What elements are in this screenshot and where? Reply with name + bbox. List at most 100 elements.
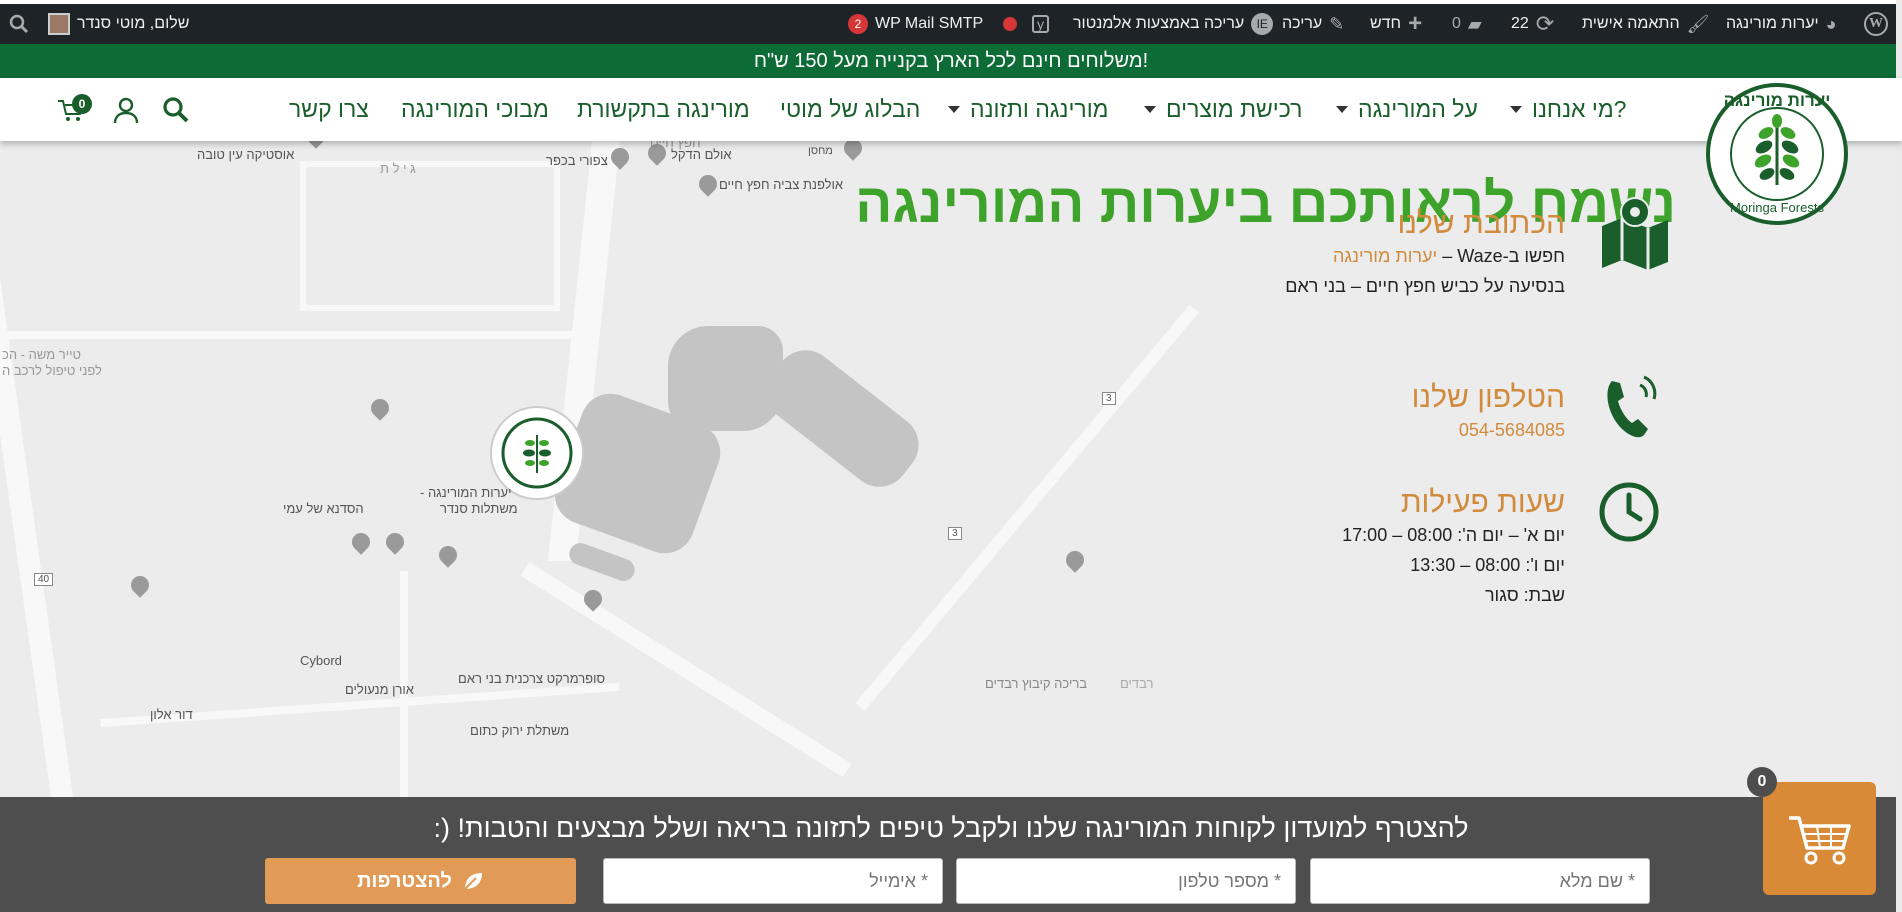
map-pin-icon[interactable] [840, 141, 866, 161]
nav-label: מורינגה ותזונה [970, 96, 1109, 122]
floating-cart-button[interactable] [1763, 782, 1876, 895]
nav-item-moringa-mazes[interactable]: מבוכי המורינגה [401, 78, 549, 141]
nav-label: מורינגה בתקשורת [577, 96, 750, 122]
map-pin-icon[interactable] [1062, 547, 1088, 573]
hours-block: שעות פעילות יום א' – יום ה': 08:00 – 17:… [1250, 486, 1565, 610]
search-icon [163, 96, 189, 122]
join-label: להצטרפות [357, 869, 452, 892]
nav-label: צרו קשר [289, 96, 369, 122]
cart-icon [1788, 815, 1851, 864]
map-road [300, 161, 560, 311]
map-road [0, 141, 80, 797]
cart-count-badge: 0 [72, 94, 92, 114]
phone-icon [1602, 371, 1662, 446]
map-field [668, 326, 783, 431]
floating-cart-count: 0 [1747, 767, 1777, 797]
site-name: יערות מורינגה [1726, 15, 1819, 32]
nav-label: הבלוג של מוטי [780, 96, 921, 122]
map-label: צפורי בכפר [546, 153, 608, 168]
admin-updates[interactable]: 22 ⟳ [1511, 4, 1554, 44]
customize-label: התאמה אישית [1582, 15, 1680, 32]
cart-button[interactable]: 0 [56, 78, 92, 141]
hours-line: יום ו': 08:00 – 13:30 [1410, 555, 1565, 575]
admin-edit[interactable]: עריכה ✎ [1282, 4, 1344, 44]
header-search-button[interactable] [162, 78, 190, 141]
new-label: חדש [1370, 15, 1402, 32]
wp-mail-smtp-label: WP Mail SMTP [875, 15, 984, 32]
map-pin-icon[interactable] [695, 171, 721, 197]
map-label: ג י ל ת [380, 161, 416, 176]
admin-account[interactable]: שלום, מוטי סנדר [48, 4, 189, 44]
admin-new[interactable]: חדש + [1370, 4, 1422, 44]
admin-wp-logo[interactable]: W [1864, 4, 1888, 44]
address-title: הכתובת שלנו [1397, 207, 1565, 240]
nav-item-media[interactable]: מורינגה בתקשורת [577, 78, 750, 141]
status-dot-icon [1003, 17, 1017, 31]
map-label: בריכה קיבוץ רבדים [985, 676, 1088, 691]
elementor-icon: IE [1251, 13, 1274, 35]
waze-prefix: חפשו ב-Waze – [1442, 246, 1565, 266]
greeting-text: שלום, מוטי סנדר [77, 15, 190, 32]
map-pin-icon[interactable] [127, 572, 153, 598]
wordpress-icon: W [1864, 12, 1888, 36]
admin-site-name[interactable]: יערות מורינגה ◕ [1726, 4, 1837, 44]
avatar [48, 13, 70, 35]
nav-item-contact[interactable]: צרו קשר [289, 78, 369, 141]
map-pin-icon[interactable] [435, 542, 461, 568]
map-pin-icon[interactable] [303, 141, 329, 149]
map-road [855, 304, 1199, 711]
phone-block: הטלפון שלנו 054-5684085 [1300, 381, 1565, 445]
map-label: סופרמרקט צרכנית בני ראם [458, 671, 606, 686]
nav-label: מי אנחנו? [1532, 96, 1627, 122]
admin-seo[interactable]: y [1032, 4, 1049, 44]
admin-search[interactable] [8, 4, 30, 44]
account-button[interactable] [112, 78, 140, 141]
address-block: הכתובת שלנו חפשו ב-Waze – יערות מורינגה … [1150, 207, 1565, 301]
admin-elementor[interactable]: עריכה באמצעות אלמנטור IE [1073, 4, 1274, 44]
full-name-field[interactable] [1310, 858, 1650, 904]
road-number-40: 40 [34, 573, 54, 586]
phone-number[interactable]: 054-5684085 [1300, 415, 1565, 445]
map-label: משתלות סנדר [440, 501, 518, 516]
admin-status-dot[interactable] [1003, 4, 1017, 44]
nav-item-about-moringa[interactable]: על המורינגה [1336, 78, 1478, 141]
admin-customize[interactable]: התאמה אישית 🖌 [1582, 4, 1709, 44]
search-icon[interactable] [8, 13, 30, 35]
admin-comments[interactable]: 0 ▰ [1452, 4, 1482, 44]
map-pin-icon[interactable] [382, 529, 408, 555]
elementor-label: עריכה באמצעות אלמנטור [1073, 15, 1245, 32]
site-logo[interactable]: יערות מורינגה Moringa Forests [1706, 83, 1848, 225]
map-road [520, 562, 852, 778]
promo-text: משלוחים חינם לכל הארץ בקנייה מעל 150 ש"ח… [753, 50, 1149, 72]
comments-count: 0 [1452, 15, 1461, 32]
plus-icon: + [1408, 10, 1423, 37]
moringa-logo-icon [501, 417, 573, 489]
admin-bar: שלום, מוטי סנדר 2 WP Mail SMTP y עריכה ב… [0, 4, 1902, 44]
join-button[interactable]: להצטרפות [265, 858, 576, 904]
map-label: Cybord [300, 653, 342, 668]
chevron-down-icon [948, 106, 960, 113]
nav-item-blog[interactable]: הבלוג של מוטי [780, 78, 920, 141]
map-label: אוסטיקה עין טובה [197, 147, 295, 162]
map-label: אורן מנעולים [345, 682, 414, 697]
map-pin-icon[interactable] [367, 395, 393, 421]
nav-item-nutrition[interactable]: מורינגה ותזונה [948, 78, 1108, 141]
map-label: אולם הדקל [671, 147, 732, 162]
map-label: דור אלון [150, 707, 193, 722]
map-label: יערות המורינגה - [420, 485, 512, 500]
leaf-icon [464, 873, 482, 890]
admin-wp-mail-smtp[interactable]: 2 WP Mail SMTP [848, 4, 983, 44]
map-field [566, 540, 638, 584]
logo-title: יערות מורינגה [1723, 91, 1831, 110]
nav-item-about-us[interactable]: מי אנחנו? [1510, 78, 1626, 141]
email-field[interactable] [603, 858, 943, 904]
map-road [0, 331, 590, 339]
phone-field[interactable] [956, 858, 1296, 904]
waze-link[interactable]: יערות מורינגה [1333, 246, 1437, 266]
nav-label: רכישת מוצרים [1166, 96, 1303, 122]
location-map[interactable]: 40 3 3 אוסטיקה עין טובה חפץ חיים ג י ל ת… [0, 141, 1902, 797]
map-pin-icon[interactable] [348, 529, 374, 555]
nav-label: מבוכי המורינגה [401, 96, 549, 122]
map-label: לפני טיפול לרכב ה [2, 363, 102, 378]
nav-item-buy[interactable]: רכישת מוצרים [1144, 78, 1302, 141]
